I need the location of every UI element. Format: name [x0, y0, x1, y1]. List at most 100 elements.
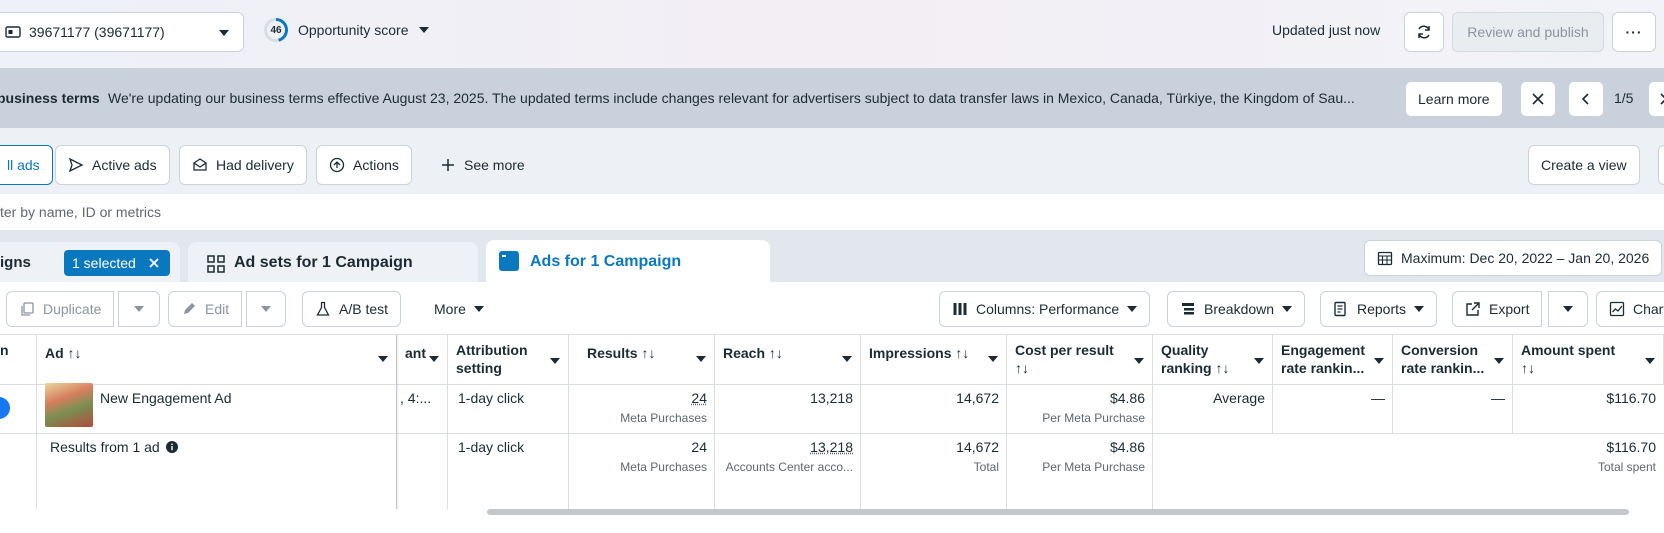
score-ring-icon: 46 [264, 18, 288, 42]
had-delivery-filter[interactable]: Had delivery [179, 145, 307, 185]
row-divider [0, 433, 1664, 434]
create-view-button[interactable]: Create a view [1528, 145, 1640, 185]
edit-label: Edit [205, 301, 230, 317]
results-cell[interactable]: 24 [569, 390, 707, 406]
chevron-down-icon [418, 27, 429, 33]
summary-results: 24 [691, 439, 707, 455]
chevron-down-icon [473, 306, 484, 312]
chevron-down-icon [1254, 358, 1264, 364]
columns-button[interactable]: Columns: Performance [939, 291, 1151, 327]
notice-title: business terms [0, 90, 100, 106]
summary-reach-sub: Accounts Center acco... [725, 460, 853, 474]
reports-label: Reports [1357, 301, 1407, 317]
all-ads-filter[interactable]: ll ads [0, 145, 53, 185]
chevron-down-icon [842, 356, 852, 362]
breakdown-label: Breakdown [1204, 301, 1275, 317]
column-header-impressions[interactable]: Impressions ↑↓ [861, 335, 1007, 385]
column-header-amount-spent[interactable]: Amount spent ↑↓ [1513, 335, 1664, 385]
active-ads-filter[interactable]: Active ads [55, 145, 170, 185]
selected-chip[interactable]: 1 selected [64, 250, 170, 276]
score-value: 46 [267, 21, 285, 39]
edit-dropdown[interactable] [246, 291, 286, 327]
chevron-down-icon [1645, 358, 1655, 364]
breakdown-button[interactable]: Breakdown [1167, 291, 1306, 327]
chevron-down-icon [219, 30, 229, 36]
column-header-results-label: Results ↑↓ [587, 345, 656, 361]
close-icon [1530, 91, 1546, 107]
ab-test-button[interactable]: A/B test [302, 291, 402, 327]
column-header-quality[interactable]: Quality ranking ↑↓ [1153, 335, 1273, 385]
previous-notice-button[interactable] [1568, 81, 1604, 117]
actions-label: Actions [353, 157, 399, 173]
column-header-cost-label: Cost per result ↑↓ [1015, 342, 1114, 376]
amount-cell: $116.70 [1606, 390, 1656, 406]
create-view-dropdown[interactable] [1658, 145, 1664, 185]
ad-icon [498, 250, 520, 272]
more-options-button[interactable]: ··· [1612, 12, 1656, 52]
search-input[interactable] [0, 194, 1580, 230]
more-actions-button[interactable]: More [422, 291, 496, 327]
line-chart-icon [1609, 301, 1625, 317]
attribution-cell: 1-day click [458, 390, 525, 406]
column-header-conversion[interactable]: Conversion rate rankin... [1393, 335, 1513, 385]
duplicate-dropdown[interactable] [118, 291, 160, 327]
column-header-attribution[interactable]: Attribution setting [448, 335, 569, 385]
summary-impressions-sub: Total [973, 460, 999, 474]
summary-attribution: 1-day click [458, 439, 525, 455]
column-header-engagement[interactable]: Engagement rate rankin... [1273, 335, 1393, 385]
frozen-column-shadow [396, 335, 399, 510]
duplicate-button[interactable]: Duplicate [6, 291, 115, 327]
hidden-cell: , 4:... [400, 390, 432, 406]
next-notice-button[interactable] [1648, 81, 1664, 117]
see-more-filters[interactable]: See more [428, 145, 537, 185]
tab-ad-sets[interactable]: Ad sets for 1 Campaign [188, 242, 478, 282]
date-range-picker[interactable]: Maximum: Dec 20, 2022 – Jan 20, 2026 [1364, 240, 1663, 276]
charts-button[interactable]: Chart [1596, 291, 1664, 327]
learn-more-button[interactable]: Learn more [1405, 81, 1503, 117]
chevron-left-icon [1578, 91, 1594, 107]
duplicate-label: Duplicate [43, 301, 102, 317]
impressions-cell: 14,672 [956, 390, 999, 406]
pencil-icon [181, 301, 197, 317]
plus-icon [440, 157, 456, 173]
engagement-cell: — [1371, 390, 1385, 406]
column-header-hidden[interactable]: ant [397, 335, 448, 385]
column-header-ad[interactable]: Ad ↑↓ [37, 335, 397, 385]
export-dropdown[interactable] [1548, 291, 1588, 327]
score-label: Opportunity score [298, 22, 409, 38]
account-name: 39671177 (39671177) [29, 24, 165, 40]
ad-thumbnail[interactable] [45, 383, 93, 427]
column-header-reach[interactable]: Reach ↑↓ [715, 335, 861, 385]
export-button[interactable]: Export [1452, 291, 1543, 327]
reports-button[interactable]: Reports [1320, 291, 1438, 327]
summary-results-sub: Meta Purchases [620, 460, 707, 474]
chevron-down-icon [1414, 306, 1425, 312]
edit-button[interactable]: Edit [168, 291, 243, 327]
summary-amount-sub: Total spent [1597, 460, 1656, 474]
chevron-down-icon [429, 356, 439, 362]
ad-name[interactable]: New Engagement Ad [100, 390, 232, 406]
chevron-down-icon [696, 356, 706, 362]
close-notice-button[interactable] [1520, 81, 1556, 117]
chevron-down-icon [378, 356, 388, 362]
column-header-results[interactable]: Results ↑↓ [569, 335, 715, 385]
had-delivery-label: Had delivery [216, 157, 294, 173]
actions-filter[interactable]: Actions [316, 145, 412, 185]
refresh-button[interactable] [1404, 12, 1444, 52]
tab-campaigns[interactable]: igns 1 selected [0, 242, 180, 282]
clear-selection-icon[interactable] [146, 255, 162, 271]
tab-ads[interactable]: Ads for 1 Campaign [486, 240, 770, 282]
summary-reach[interactable]: 13,218 [715, 439, 853, 455]
tab-ads-label: Ads for 1 Campaign [530, 253, 682, 270]
reports-icon [1333, 301, 1349, 317]
account-selector[interactable]: 39671177 (39671177) [0, 12, 244, 52]
column-header-cost-per-result[interactable]: Cost per result ↑↓ [1007, 335, 1153, 385]
chevron-down-icon [261, 306, 271, 312]
opportunity-score[interactable]: 46 Opportunity score [264, 18, 429, 42]
column-header-ad-label: Ad ↑↓ [45, 345, 82, 361]
info-icon[interactable] [165, 441, 178, 453]
review-publish-button[interactable]: Review and publish [1452, 12, 1604, 52]
column-header-name[interactable]: n [0, 335, 37, 385]
chevron-down-icon [134, 306, 144, 312]
horizontal-scrollbar[interactable] [487, 509, 1629, 515]
